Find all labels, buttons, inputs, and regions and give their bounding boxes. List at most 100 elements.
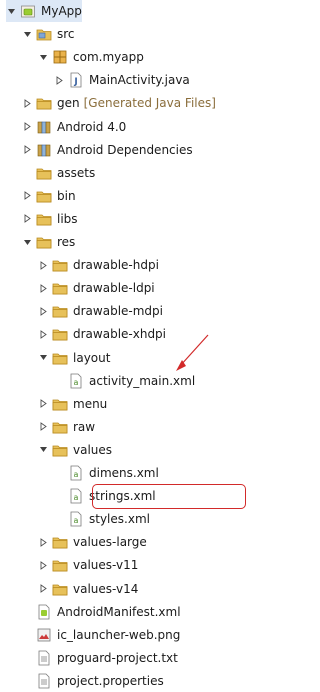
tree-item-gen[interactable]: gen [Generated Java Files] — [22, 92, 216, 114]
no-toggle-spacer — [54, 513, 64, 525]
text-file-icon — [36, 650, 52, 666]
no-toggle-spacer — [22, 629, 32, 641]
tree-item-values-v14[interactable]: values-v14 — [38, 578, 138, 600]
tree-item-label: styles.xml — [89, 512, 150, 527]
tree-item-android-dependencies[interactable]: Android Dependencies — [22, 139, 193, 161]
no-toggle-spacer — [22, 675, 32, 687]
expand-arrow-icon[interactable] — [38, 328, 48, 340]
expand-arrow-icon[interactable] — [38, 421, 48, 433]
tree-item-decoration: [Generated Java Files] — [83, 96, 216, 111]
collapse-arrow-icon[interactable] — [22, 28, 32, 40]
no-toggle-spacer — [54, 375, 64, 387]
tree-item-src[interactable]: src — [22, 23, 75, 45]
tree-item-res[interactable]: res — [22, 231, 75, 253]
tree-item-drawable-mdpi[interactable]: drawable-mdpi — [38, 300, 163, 322]
folder-icon — [52, 557, 68, 573]
tree-item-ic-launcher-web-png[interactable]: ic_launcher-web.png — [22, 624, 180, 646]
tree-item-libs[interactable]: libs — [22, 208, 78, 230]
tree-item-drawable-ldpi[interactable]: drawable-ldpi — [38, 277, 155, 299]
java-file-icon: J — [68, 72, 84, 88]
library-icon — [36, 142, 52, 158]
tree-item-mainactivity-java[interactable]: J MainActivity.java — [54, 69, 190, 91]
folder-icon — [52, 442, 68, 458]
tree-item-label: src — [57, 27, 75, 42]
expand-arrow-icon[interactable] — [22, 121, 32, 133]
expand-arrow-icon[interactable] — [22, 190, 32, 202]
manifest-file-icon — [36, 604, 52, 620]
package-icon — [52, 49, 68, 65]
tree-item-com-myapp[interactable]: com.myapp — [38, 46, 144, 68]
tree-item-label: assets — [57, 165, 96, 180]
tree-item-proguard-project-txt[interactable]: proguard-project.txt — [22, 647, 178, 669]
tree-item-raw[interactable]: raw — [38, 416, 95, 438]
tree-item-styles-xml[interactable]: a styles.xml — [54, 508, 150, 530]
tree-item-label: libs — [57, 211, 78, 226]
tree-item-label: Android 4.0 — [57, 119, 127, 134]
folder-icon — [36, 234, 52, 250]
tree-item-menu[interactable]: menu — [38, 393, 107, 415]
folder-icon — [36, 211, 52, 227]
text-file-icon — [36, 673, 52, 689]
tree-item-drawable-xhdpi[interactable]: drawable-xhdpi — [38, 323, 166, 345]
tree-item-label: drawable-mdpi — [73, 304, 163, 319]
folder-icon — [52, 280, 68, 296]
no-toggle-spacer — [22, 167, 32, 179]
tree-item-label: AndroidManifest.xml — [57, 604, 181, 619]
no-toggle-spacer — [54, 490, 64, 502]
tree-item-android-4-0[interactable]: Android 4.0 — [22, 116, 126, 138]
expand-arrow-icon[interactable] — [38, 559, 48, 571]
expand-arrow-icon[interactable] — [38, 282, 48, 294]
expand-arrow-icon[interactable] — [38, 536, 48, 548]
tree-item-values-large[interactable]: values-large — [38, 531, 147, 553]
tree-item-label: layout — [73, 350, 111, 365]
library-icon — [36, 119, 52, 135]
collapse-arrow-icon[interactable] — [6, 5, 16, 17]
folder-icon — [52, 303, 68, 319]
expand-arrow-icon[interactable] — [22, 144, 32, 156]
folder-icon — [36, 188, 52, 204]
folder-icon — [52, 419, 68, 435]
tree-item-label: values-v14 — [73, 581, 139, 596]
expand-arrow-icon[interactable] — [22, 213, 32, 225]
tree-item-values-v11[interactable]: values-v11 — [38, 554, 138, 576]
tree-item-label: raw — [73, 419, 96, 434]
tree-item-dimens-xml[interactable]: a dimens.xml — [54, 462, 159, 484]
tree-item-label: drawable-hdpi — [73, 258, 159, 273]
folder-icon — [36, 165, 52, 181]
tree-item-label: proguard-project.txt — [57, 650, 178, 665]
tree-item-project-properties[interactable]: project.properties — [22, 670, 164, 692]
svg-text:a: a — [74, 493, 79, 502]
tree-item-drawable-hdpi[interactable]: drawable-hdpi — [38, 254, 159, 276]
source-folder-icon — [36, 26, 52, 42]
xml-file-icon: a — [68, 488, 84, 504]
gen-folder-icon — [36, 95, 52, 111]
expand-arrow-icon[interactable] — [38, 583, 48, 595]
svg-text:J: J — [73, 77, 77, 87]
svg-text:a: a — [74, 516, 79, 525]
collapse-arrow-icon[interactable] — [38, 444, 48, 456]
tree-item-label: values — [73, 442, 113, 457]
tree-item-activity-main-xml[interactable]: a activity_main.xml — [54, 370, 195, 392]
collapse-arrow-icon[interactable] — [38, 352, 48, 364]
android-project-icon — [20, 3, 36, 19]
expand-arrow-icon[interactable] — [38, 305, 48, 317]
tree-item-assets[interactable]: assets — [22, 162, 95, 184]
tree-item-label: dimens.xml — [89, 466, 159, 480]
tree-item-label: res — [57, 235, 76, 249]
expand-arrow-icon[interactable] — [38, 259, 48, 271]
folder-icon — [52, 534, 68, 550]
tree-item-androidmanifest-xml[interactable]: AndroidManifest.xml — [22, 601, 181, 623]
xml-file-icon: a — [68, 373, 84, 389]
tree-item-label: gen — [57, 96, 80, 111]
tree-item-layout[interactable]: layout — [38, 347, 110, 369]
tree-item-values[interactable]: values — [38, 439, 112, 461]
tree-item-bin[interactable]: bin — [22, 185, 76, 207]
expand-arrow-icon[interactable] — [54, 74, 64, 86]
collapse-arrow-icon[interactable] — [38, 51, 48, 63]
expand-arrow-icon[interactable] — [22, 97, 32, 109]
tree-item-myapp[interactable]: MyApp — [6, 0, 82, 22]
tree-item-label: MyApp — [41, 4, 82, 18]
collapse-arrow-icon[interactable] — [22, 236, 32, 248]
expand-arrow-icon[interactable] — [38, 398, 48, 410]
image-file-icon — [36, 627, 52, 643]
